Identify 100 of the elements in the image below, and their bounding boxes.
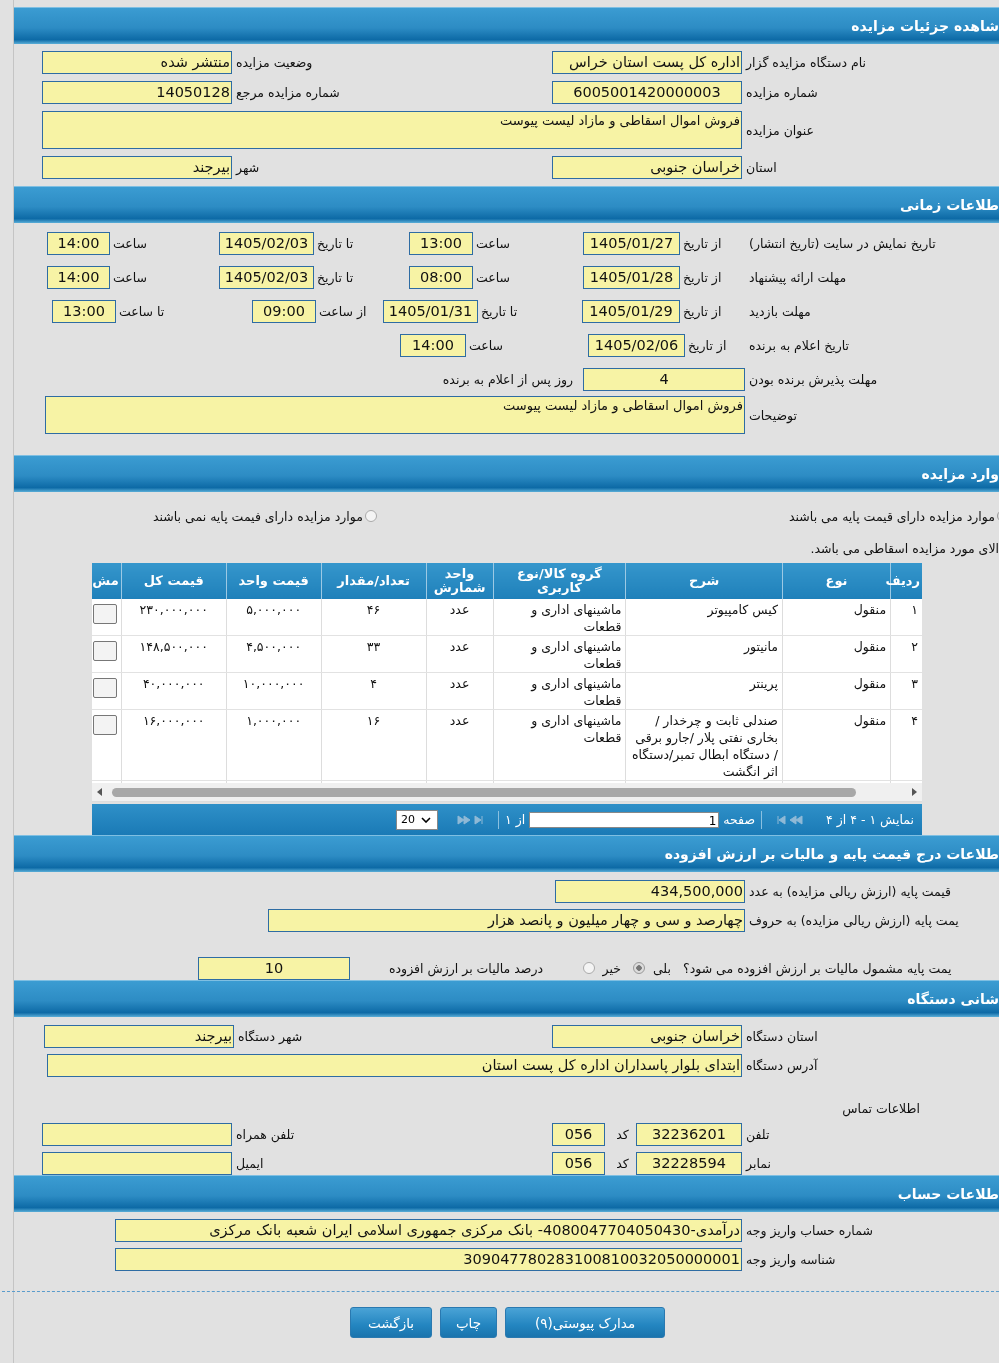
- action-button[interactable]: [92, 678, 117, 698]
- text-field[interactable]: 1405/01/29: [582, 300, 680, 323]
- radio-button[interactable]: [632, 962, 645, 974]
- table-cell: ۱۰,۰۰۰,۰۰۰: [226, 672, 322, 710]
- field-label: تاریخ اعلام به برنده: [748, 338, 851, 353]
- table-cell: منقول: [782, 635, 891, 673]
- field-label: نام دستگاه مزایده گزار: [744, 55, 868, 70]
- field-label: وضعیت مزایده: [235, 55, 314, 70]
- text-field[interactable]: [42, 1152, 232, 1175]
- field-label: استان دستگاه: [745, 1029, 819, 1044]
- text-field[interactable]: 1405/01/31: [383, 300, 478, 323]
- field-label: ساعت: [112, 236, 148, 251]
- field-label: آدرس دستگاه: [745, 1058, 819, 1073]
- text-field[interactable]: 09:00: [252, 300, 316, 323]
- text-field[interactable]: 056: [552, 1152, 605, 1175]
- radio-button[interactable]: [365, 510, 377, 522]
- field-label: موارد مزایده دارای قیمت پایه می باشند: [788, 508, 995, 524]
- field-label: عنوان مزایده: [745, 122, 815, 138]
- text-field[interactable]: منتشر شده: [42, 51, 232, 74]
- field-label: یمت پایه (ارزش ریالی مزایده) به حروف: [748, 913, 960, 928]
- table-cell: ۴,۵۰۰,۰۰۰: [226, 635, 322, 673]
- page-count: از ۱: [505, 812, 526, 827]
- table-cell: صندلی ثابت و چرخدار / بخاری نفتی پلار /جارو برقی / دستگاه ابطال تمبر/دستگاه اثر انگشت: [625, 709, 783, 781]
- text-field[interactable]: خراسان جنوبی: [552, 1025, 742, 1048]
- field-label: شهر: [234, 160, 261, 175]
- text-field[interactable]: 309047780283100810032050000001: [115, 1248, 742, 1271]
- section-header: شاهده جزئیات مزایده: [14, 7, 999, 44]
- column-header[interactable]: مش: [92, 563, 122, 599]
- text-field[interactable]: 14:00: [400, 334, 466, 357]
- text-field[interactable]: 1405/01/28: [583, 266, 680, 289]
- field-label: استان: [745, 160, 778, 175]
- field-label: مهلت بازدید: [748, 304, 812, 319]
- action-button[interactable]: بازگشت: [350, 1307, 432, 1338]
- text-field[interactable]: 14:00: [47, 232, 110, 255]
- text-field[interactable]: بیرجند: [42, 156, 232, 179]
- column-header[interactable]: واحد شمارش: [426, 563, 494, 599]
- text-field[interactable]: 13:00: [52, 300, 116, 323]
- field-label: ساعت: [475, 236, 511, 251]
- table-cell: ۱: [890, 599, 922, 636]
- note-text: الای مورد مزایده اسقاطی می باشد.: [809, 540, 999, 559]
- right-arrow-icon[interactable]: [910, 787, 918, 797]
- table-cell: ۳۳: [321, 635, 427, 673]
- column-header[interactable]: تعداد/مقدار: [321, 563, 427, 599]
- section-header: شانی دستگاه: [14, 980, 999, 1017]
- column-header[interactable]: قیمت کل: [121, 563, 227, 599]
- text-field[interactable]: چهارصد و سی و چهار میلیون و پانصد هزار: [268, 909, 745, 932]
- table-cell: ماشینهای اداری و قطعات: [493, 635, 626, 673]
- text-field[interactable]: فروش اموال اسقاطی و مازاد لیست پیوست: [45, 396, 745, 434]
- text-field[interactable]: 056: [552, 1123, 605, 1146]
- text-field[interactable]: 1405/02/03: [219, 266, 314, 289]
- table-cell: ۴: [321, 672, 427, 710]
- text-field[interactable]: 6005001420000003: [552, 81, 742, 104]
- table-cell: ماشینهای اداری و قطعات: [493, 672, 626, 710]
- field-label: یمت پایه مشمول مالیات بر ارزش افزوده می شود؟: [682, 960, 953, 976]
- action-button[interactable]: مدارک پیوستی(۹): [505, 1307, 665, 1338]
- column-header[interactable]: گروه کالا/نوع کاربری: [493, 563, 626, 599]
- action-button[interactable]: [92, 604, 117, 624]
- text-field[interactable]: [42, 1123, 232, 1146]
- text-field[interactable]: 14:00: [47, 266, 110, 289]
- text-field[interactable]: 10: [198, 956, 350, 980]
- text-field[interactable]: بیرجند: [44, 1025, 234, 1048]
- column-header[interactable]: شرح: [625, 563, 783, 599]
- column-header[interactable]: قیمت واحد: [226, 563, 322, 599]
- field-label: تا ساعت: [118, 304, 166, 319]
- action-button[interactable]: [92, 715, 117, 735]
- text-field[interactable]: 1405/01/27: [583, 232, 680, 255]
- text-field[interactable]: 08:00: [409, 266, 473, 289]
- section-subtitle: اطلاعات تماس: [841, 1100, 920, 1119]
- table-cell: منقول: [782, 672, 891, 710]
- action-button[interactable]: [92, 641, 117, 661]
- field-label: ایمیل: [235, 1156, 265, 1171]
- field-label: از تاریخ: [682, 304, 723, 319]
- text-field[interactable]: 1405/02/06: [588, 334, 685, 357]
- text-field[interactable]: 14050128: [42, 81, 232, 104]
- action-button[interactable]: چاپ: [440, 1307, 497, 1338]
- text-field[interactable]: 4: [583, 368, 745, 391]
- table-cell: منقول: [782, 709, 891, 781]
- table-cell: عدد: [426, 599, 494, 636]
- horizontal-scrollbar[interactable]: [92, 783, 922, 802]
- text-field[interactable]: خراسان جنوبی: [552, 156, 742, 179]
- field-label: ساعت: [112, 270, 148, 285]
- field-label: از تاریخ: [682, 236, 723, 251]
- text-field[interactable]: 32236201: [636, 1123, 742, 1146]
- page-size-select[interactable]: 20: [396, 809, 439, 830]
- text-field[interactable]: ابتدای بلوار پاسداران اداره کل پست استان: [47, 1054, 742, 1077]
- text-field[interactable]: اداره کل پست استان خراس: [552, 51, 742, 74]
- page-input[interactable]: 1: [529, 811, 720, 828]
- text-field[interactable]: درآمدی-4080047704050430- بانک مرکزی جمهوری اسلامی ایران شعبه بانک مرکزی: [115, 1219, 742, 1242]
- left-arrow-icon[interactable]: [96, 787, 104, 797]
- field-label: شماره حساب واریز وجه: [745, 1223, 874, 1238]
- text-field[interactable]: فروش اموال اسقاطی و مازاد لیست پیوست: [42, 111, 742, 149]
- field-label: خیر: [601, 960, 621, 976]
- field-label: شماره مزایده: [745, 85, 819, 100]
- field-label: درصد مالیات بر ارزش افزوده: [388, 960, 543, 976]
- text-field[interactable]: 434,500,000: [555, 880, 745, 903]
- text-field[interactable]: 1405/02/03: [219, 232, 314, 255]
- field-label: موارد مزایده دارای فیمت پایه نمی باشند: [152, 508, 363, 524]
- text-field[interactable]: 13:00: [409, 232, 473, 255]
- text-field[interactable]: 32228594: [636, 1152, 742, 1175]
- radio-button[interactable]: [582, 962, 595, 974]
